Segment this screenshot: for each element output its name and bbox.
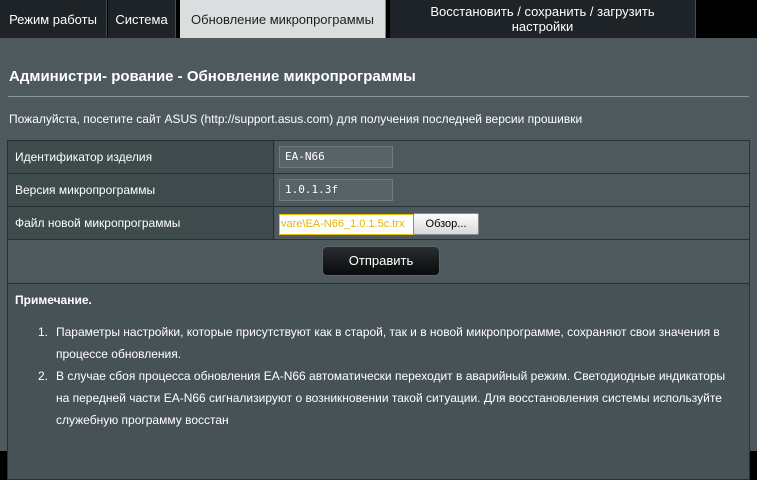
firmware-version-label: Версия микропрограммы [8, 174, 274, 206]
tab-restore-save-upload-settings[interactable]: Восстановить / сохранить / загрузить нас… [390, 0, 696, 38]
product-id-field: EA-N66 [279, 146, 393, 168]
submit-button[interactable]: Отправить [322, 246, 440, 276]
product-id-label: Идентификатор изделия [8, 141, 274, 173]
product-id-cell: EA-N66 [275, 141, 749, 173]
firmware-version-cell: 1.0.1.3f [275, 174, 749, 206]
tab-firmware-upgrade[interactable]: Обновление микропрограммы [180, 0, 386, 38]
firmware-form-table: Идентификатор изделия EA-N66 Версия микр… [7, 140, 750, 480]
firmware-version-field: 1.0.1.3f [279, 179, 393, 201]
tab-bar: Режим работы Система Обновление микропро… [0, 0, 757, 38]
page-title: Администри- рование - Обновление микропр… [9, 68, 416, 85]
intro-text: Пожалуйста, посетите сайт ASUS (http://s… [9, 112, 583, 126]
note-number: 1. [38, 325, 49, 339]
note-item: 2. В случае сбоя процесса обновления EA-… [38, 365, 736, 431]
new-firmware-cell: vare\EA-N66_1.0.1.5c.trx Обзор... [275, 207, 749, 239]
tab-restore-label-line1: Восстановить / сохранить / загрузить [430, 4, 655, 19]
row-product-id: Идентификатор изделия EA-N66 [8, 141, 749, 174]
new-firmware-label: Файл новой микропрограммы [8, 207, 274, 239]
row-new-firmware-file: Файл новой микропрограммы vare\EA-N66_1.… [8, 207, 749, 240]
tab-operation-mode[interactable]: Режим работы [0, 0, 107, 38]
row-firmware-version: Версия микропрограммы 1.0.1.3f [8, 174, 749, 207]
tab-restore-label-line2: настройки [511, 19, 574, 34]
main-panel: Администри- рование - Обновление микропр… [0, 38, 757, 480]
firmware-file-input[interactable]: vare\EA-N66_1.0.1.5c.trx [279, 214, 414, 235]
note-text: Параметры настройки, которые присутствую… [56, 325, 720, 361]
browse-button[interactable]: Обзор... [413, 213, 479, 235]
submit-row: Отправить [8, 240, 749, 284]
note-title: Примечание. [15, 293, 92, 307]
note-text: В случае сбоя процесса обновления EA-N66… [56, 369, 726, 427]
note-list: 1. Параметры настройки, которые присутст… [38, 321, 736, 431]
note-item: 1. Параметры настройки, которые присутст… [38, 321, 736, 365]
note-number: 2. [38, 369, 49, 383]
title-divider [8, 96, 749, 97]
tab-system[interactable]: Система [108, 0, 176, 38]
